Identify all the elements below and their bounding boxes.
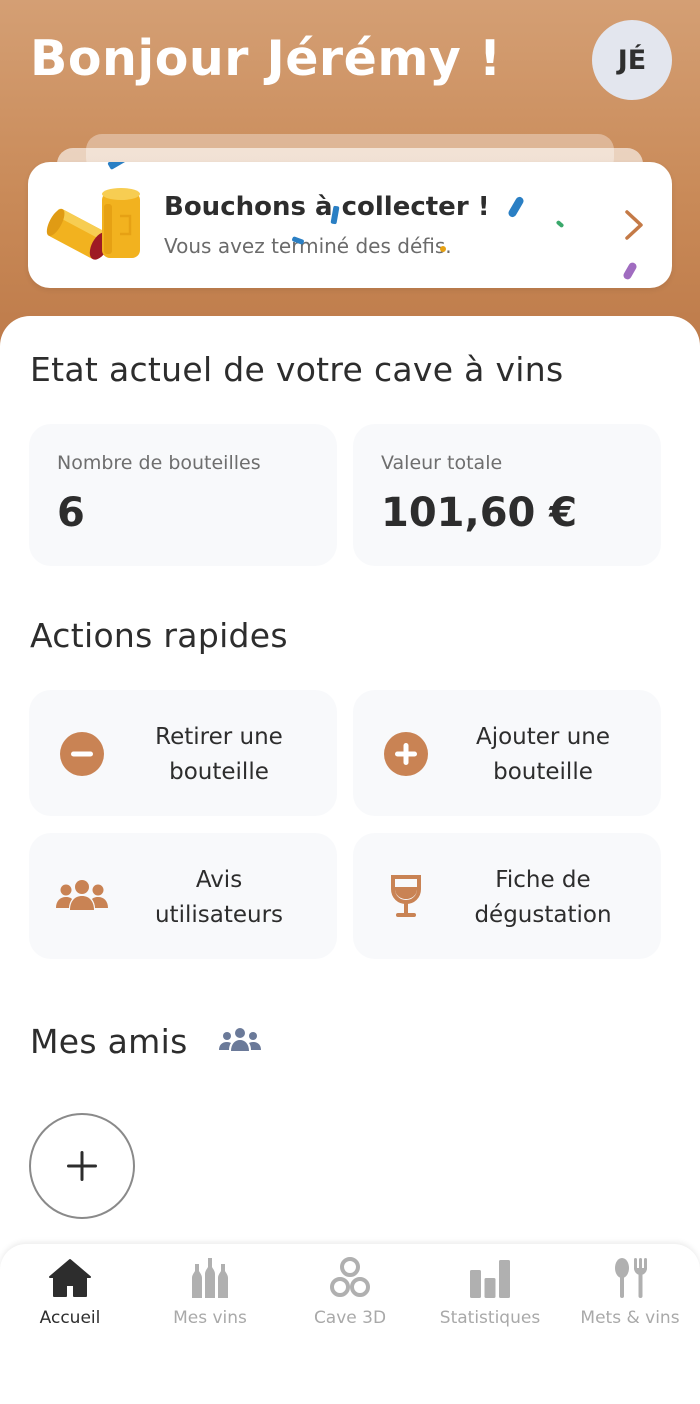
action-label: Avis utilisateurs: [154, 867, 284, 928]
promo-subtitle: Vous avez terminé des défis.: [164, 234, 452, 258]
wine-corks-icon: [46, 188, 140, 260]
action-label: Retirer une bouteille: [155, 724, 283, 785]
bottles-icon: [192, 1258, 228, 1298]
tasting-sheet-button[interactable]: Fiche de dégustation: [353, 833, 661, 959]
minus-circle-icon: [60, 732, 104, 776]
action-label: Fiche de dégustation: [474, 867, 612, 928]
tab-accueil[interactable]: Accueil: [0, 1244, 140, 1344]
plus-icon: [67, 1151, 97, 1181]
stat-label: Valeur totale: [381, 452, 503, 474]
bottom-tab-bar: Accueil Mes vins Cave 3D Statistiques Me…: [0, 1244, 700, 1404]
confetti-piece: [107, 162, 127, 170]
tab-label: Mets & vins: [580, 1308, 680, 1328]
header-banner: Bonjour Jérémy ! JÉ Bouchons à collecter…: [0, 0, 700, 360]
promo-title: Bouchons à collecter !: [164, 192, 490, 222]
total-value-card: Valeur totale 101,60 €: [353, 424, 661, 566]
tab-statistiques[interactable]: Statistiques: [420, 1244, 560, 1344]
confetti-piece: [555, 219, 565, 229]
quick-actions-title: Actions rapides: [30, 616, 288, 655]
wine-glass-icon: [391, 875, 421, 917]
tab-mes-vins[interactable]: Mes vins: [140, 1244, 280, 1344]
add-friend-button[interactable]: [29, 1113, 135, 1219]
greeting-title: Bonjour Jérémy !: [30, 30, 502, 87]
confetti-piece: [622, 261, 638, 281]
confetti-piece: [440, 246, 446, 252]
friends-section-title: Mes amis: [30, 1022, 188, 1061]
stat-value: 6: [57, 490, 85, 536]
user-reviews-button[interactable]: Avis utilisateurs: [29, 833, 337, 959]
action-label: Ajouter une bouteille: [475, 724, 610, 785]
tab-label: Cave 3D: [313, 1308, 387, 1328]
bar-chart-icon: [470, 1260, 510, 1298]
tab-label: Mes vins: [173, 1308, 247, 1328]
tab-cave-3d[interactable]: Cave 3D: [280, 1244, 420, 1344]
corks-to-collect-card[interactable]: Bouchons à collecter ! Vous avez terminé…: [28, 162, 672, 288]
friends-group-icon: [219, 1028, 261, 1051]
chevron-right-icon: [625, 210, 643, 240]
remove-bottle-button[interactable]: Retirer une bouteille: [29, 690, 337, 816]
tab-label: Statistiques: [439, 1308, 541, 1328]
cellar-3d-icon: [330, 1257, 370, 1297]
stat-value: 101,60 €: [381, 490, 578, 536]
add-bottle-button[interactable]: Ajouter une bouteille: [353, 690, 661, 816]
users-icon: [56, 880, 108, 910]
tab-mets-et-vins[interactable]: Mets & vins: [560, 1244, 700, 1344]
home-icon: [49, 1259, 91, 1297]
cellar-section-title: Etat actuel de votre cave à vins: [30, 350, 564, 389]
tab-label: Accueil: [39, 1308, 101, 1328]
utensils-icon: [615, 1258, 647, 1298]
plus-circle-icon: [384, 732, 428, 776]
bottle-count-card: Nombre de bouteilles 6: [29, 424, 337, 566]
stat-label: Nombre de bouteilles: [57, 452, 261, 474]
avatar[interactable]: JÉ: [592, 20, 672, 100]
confetti-piece: [507, 195, 525, 219]
